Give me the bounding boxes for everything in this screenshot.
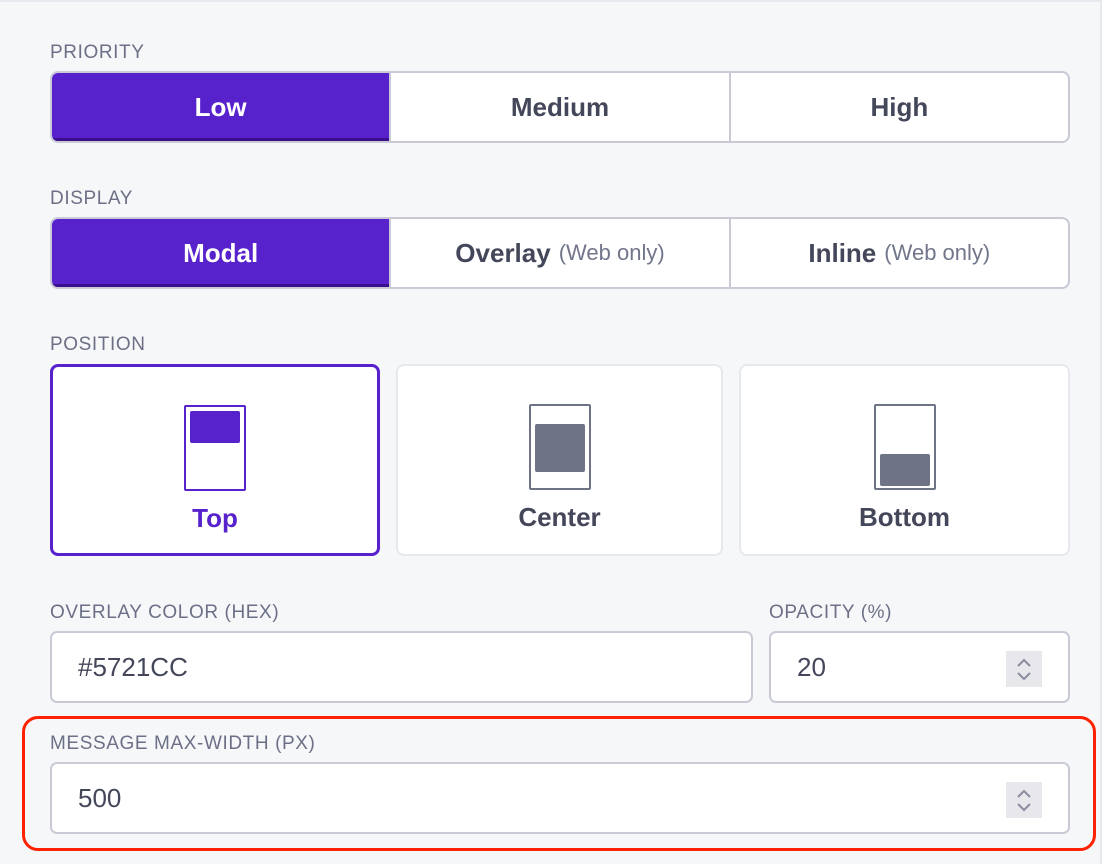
display-label: Display <box>50 188 134 209</box>
priority-medium-button[interactable]: Medium <box>389 73 728 141</box>
display-modal-button[interactable]: Modal <box>52 219 390 287</box>
position-center-card[interactable]: Center <box>396 364 723 556</box>
position-center-label: Center <box>518 502 601 532</box>
display-segmented-control: Modal Overlay (Web only) Inline (Web only) <box>50 217 1070 289</box>
position-top-label: Top <box>192 503 238 533</box>
position-bottom-card[interactable]: Bottom <box>739 364 1070 556</box>
web-only-note: (Web only) <box>558 240 665 265</box>
priority-segmented-control: Low Medium High <box>50 71 1070 143</box>
display-overlay-label: Overlay <box>455 237 551 268</box>
display-inline-label: Inline <box>808 237 877 268</box>
opacity-value: 20 <box>797 651 826 682</box>
overlay-color-value: #5721CC <box>78 651 188 682</box>
settings-panel: Priority Low Medium High Display Modal O… <box>0 0 1102 864</box>
max-width-label: Message Max-Width (PX) <box>50 733 316 754</box>
chevron-up-icon[interactable] <box>1016 789 1032 799</box>
chevron-down-icon[interactable] <box>1016 802 1032 812</box>
priority-low-label: Low <box>194 91 247 122</box>
overlay-color-label: Overlay Color (HEX) <box>50 602 280 623</box>
opacity-label: Opacity (%) <box>769 602 893 623</box>
priority-high-button[interactable]: High <box>728 73 1068 141</box>
priority-low-button[interactable]: Low <box>52 73 390 141</box>
overlay-color-input[interactable]: #5721CC <box>50 631 753 703</box>
priority-medium-label: Medium <box>510 91 610 122</box>
display-modal-label: Modal <box>183 237 259 268</box>
chevron-up-icon[interactable] <box>1016 658 1032 668</box>
position-top-card[interactable]: Top <box>50 364 380 556</box>
position-bottom-label: Bottom <box>859 502 950 532</box>
position-label: Position <box>50 334 146 355</box>
position-center-icon <box>528 404 591 490</box>
opacity-stepper[interactable] <box>1006 651 1042 687</box>
priority-label: Priority <box>50 42 145 63</box>
max-width-stepper[interactable] <box>1006 782 1042 818</box>
max-width-value: 500 <box>78 782 122 813</box>
position-bottom-icon <box>873 404 936 490</box>
max-width-input[interactable]: 500 <box>50 762 1070 834</box>
position-top-icon <box>184 405 246 491</box>
web-only-note: (Web only) <box>884 240 991 265</box>
chevron-down-icon[interactable] <box>1016 671 1032 681</box>
display-overlay-button[interactable]: Overlay (Web only) <box>389 219 728 287</box>
opacity-input[interactable]: 20 <box>769 631 1070 703</box>
display-inline-button[interactable]: Inline (Web only) <box>728 219 1068 287</box>
priority-high-label: High <box>870 91 929 122</box>
